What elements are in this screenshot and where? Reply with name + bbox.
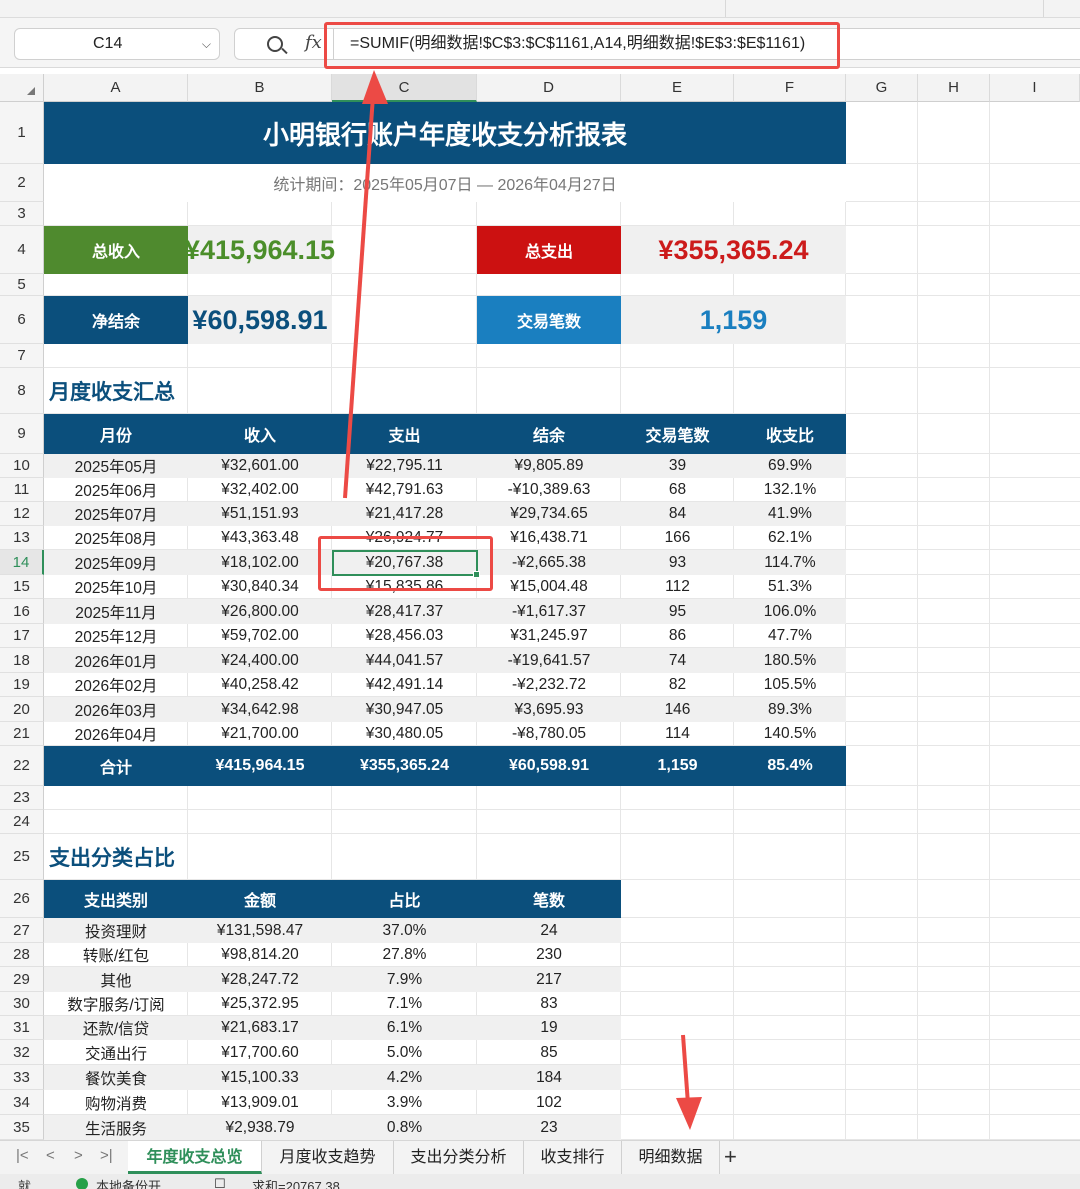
status-backup[interactable]: 本地备份开 xyxy=(96,1176,161,1189)
sheet-nav-button[interactable]: > xyxy=(74,1147,83,1164)
kpi-transaction-count-value: 1,159 xyxy=(621,296,846,344)
sheet-tab[interactable]: 年度收支总览 xyxy=(128,1141,262,1174)
sheet-tab[interactable]: 明细数据 xyxy=(622,1141,720,1174)
sheet-nav-button[interactable]: |< xyxy=(16,1147,29,1164)
add-sheet-icon[interactable]: + xyxy=(724,1144,737,1170)
sheet-nav-button[interactable]: < xyxy=(46,1147,55,1164)
arrow-to-formula xyxy=(343,95,375,499)
sync-status-icon xyxy=(76,1178,88,1189)
sheet-tab[interactable]: 支出分类分析 xyxy=(394,1141,524,1174)
sheet-tab[interactable]: 收支排行 xyxy=(524,1141,622,1174)
status-sum: 求和=20767.38 xyxy=(252,1179,340,1189)
checkbox-icon: ☐ xyxy=(214,1176,226,1189)
sheet-tab[interactable]: 月度收支趋势 xyxy=(262,1141,394,1174)
arrow-head-down xyxy=(676,1097,702,1130)
annotation-arrows xyxy=(343,70,702,1130)
sheet-tab-bar: + |< < > >| 年度收支总览 月度收支趋势 支出分类分析 收支排行 明细数据 xyxy=(0,1140,1080,1174)
sheet-nav-button[interactable]: >| xyxy=(100,1147,113,1164)
kpi-total-expense-value: ¥355,365.24 xyxy=(621,226,846,274)
status-bar: 就 本地备份开 ☐ 求和=20767.38 xyxy=(0,1174,1080,1189)
status-ready: 就 xyxy=(18,1179,32,1189)
arrow-head-up xyxy=(362,70,388,104)
arrow-to-tab xyxy=(681,1034,690,1105)
